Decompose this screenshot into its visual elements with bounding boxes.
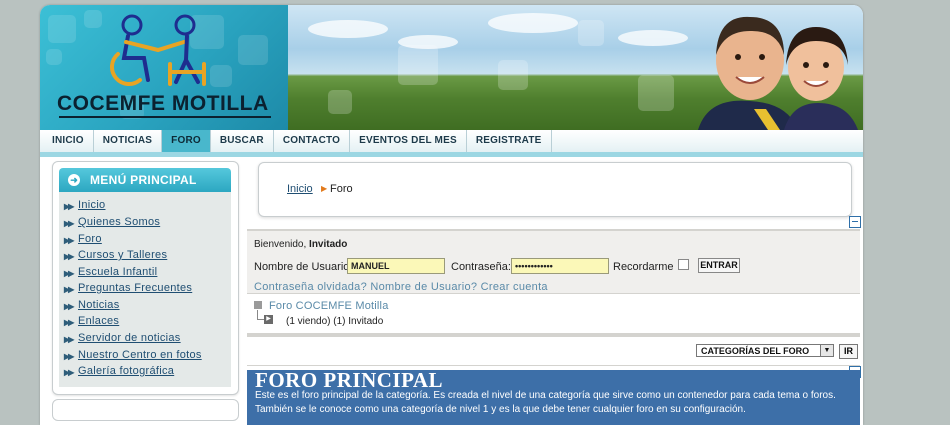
accessibility-logo-icon — [110, 14, 206, 86]
sidebar-item-label: Cursos y Talleres — [78, 249, 168, 261]
sidebar-item-label: Preguntas Frecuentes — [78, 282, 193, 294]
sidebar-item-noticias[interactable]: ▶▶ Noticias — [59, 298, 231, 314]
dropdown-arrow-icon: ▼ — [820, 345, 833, 356]
sidebar-item-label: Nuestro Centro en fotos — [78, 349, 202, 361]
username-field[interactable]: MANUEL — [347, 258, 445, 274]
sidebar-item-enlaces[interactable]: ▶▶ Enlaces — [59, 314, 231, 330]
logo-text: COCEMFE MOTILLA — [57, 92, 269, 115]
double-chevron-icon: ▶▶ — [64, 285, 74, 294]
sidebar-item-cursos[interactable]: ▶▶ Cursos y Talleres — [59, 248, 231, 264]
forum-main-panel: FORO PRINCIPAL Este es el foro principal… — [247, 368, 860, 425]
double-chevron-icon: ▶▶ — [64, 352, 74, 361]
login-panel: Bienvenido, Invitado Nombre de Usuario M… — [247, 229, 860, 294]
sidebar-item-escuela-infantil[interactable]: ▶▶ Escuela Infantil — [59, 265, 231, 281]
nav-item-buscar[interactable]: BUSCAR — [211, 130, 274, 152]
create-account-link[interactable]: Crear cuenta — [481, 281, 548, 293]
header-banner-photo — [288, 5, 863, 130]
double-chevron-icon: ▶▶ — [64, 202, 74, 211]
forgot-username-link[interactable]: Nombre de Usuario? — [370, 281, 477, 293]
nav-item-noticias[interactable]: NOTICIAS — [94, 130, 163, 152]
sidebar-item-label: Foro — [78, 233, 102, 245]
sidebar-title: MENÚ PRINCIPAL — [90, 173, 197, 187]
sidebar-item-servidor-noticias[interactable]: ▶▶ Servidor de noticias — [59, 331, 231, 347]
category-select-value: CATEGORÍAS DEL FORO — [701, 346, 810, 356]
arrow-circle-icon: ➜ — [68, 174, 80, 186]
sidebar-item-label: Galería fotográfica — [78, 365, 175, 377]
double-chevron-icon: ▶▶ — [64, 252, 74, 261]
page-container: COCEMFE MOTILLA INICIO NOTICIAS FORO BUS… — [40, 5, 863, 425]
sidebar-item-galeria[interactable]: ▶▶ Galería fotográfica — [59, 364, 231, 380]
sidebar-item-label: Inicio — [78, 199, 106, 211]
sidebar-item-label: Escuela Infantil — [78, 266, 158, 278]
sidebar-item-foro[interactable]: ▶▶ Foro — [59, 232, 231, 248]
double-chevron-icon: ▶▶ — [64, 368, 74, 377]
enter-button[interactable]: ENTRAR — [698, 258, 740, 273]
breadcrumb-home-link[interactable]: Inicio — [287, 183, 313, 195]
forum-main-description-2: También se le conoce como una categoría … — [255, 404, 746, 415]
sidebar-item-inicio[interactable]: ▶▶ Inicio — [59, 198, 231, 214]
collapse-login-button[interactable] — [849, 216, 861, 228]
password-label: Contraseña: — [451, 261, 511, 273]
logo-underline — [59, 116, 271, 118]
category-select[interactable]: CATEGORÍAS DEL FORO ▼ — [696, 344, 834, 357]
double-chevron-icon: ▶▶ — [64, 318, 74, 327]
sidebar-item-preguntas[interactable]: ▶▶ Preguntas Frecuentes — [59, 281, 231, 297]
sidebar-item-quienes-somos[interactable]: ▶▶ Quienes Somos — [59, 215, 231, 231]
remember-label: Recordarme — [613, 261, 674, 273]
menu-list: ▶▶ Inicio ▶▶ Quienes Somos ▶▶ Foro ▶▶ Cursos… — [59, 192, 231, 387]
welcome-user: Invitado — [309, 239, 348, 250]
login-links: Contraseña olvidada? Nombre de Usuario? … — [254, 281, 548, 293]
sidebar-item-label: Noticias — [78, 299, 120, 311]
nav-item-inicio[interactable]: INICIO — [43, 130, 94, 152]
forum-square-icon — [254, 301, 262, 309]
forum-main-description: Este es el foro principal de la categorí… — [255, 390, 836, 401]
sidebar-menu: ➜ MENÚ PRINCIPAL ▶▶ Inicio ▶▶ Quienes Somo… — [52, 161, 239, 395]
welcome-prefix: Bienvenido, — [254, 239, 307, 250]
username-label: Nombre de Usuario — [254, 261, 350, 273]
go-button[interactable]: IR — [839, 344, 858, 359]
remember-checkbox[interactable] — [678, 259, 689, 270]
children-photo-icon — [698, 16, 858, 130]
breadcrumb-current: Foro — [330, 183, 353, 195]
site-header: COCEMFE MOTILLA — [40, 5, 863, 130]
sidebar-item-label: Enlaces — [78, 315, 120, 327]
forgot-password-link[interactable]: Contraseña olvidada? — [254, 281, 367, 293]
double-chevron-icon: ▶▶ — [64, 269, 74, 278]
forum-jump-bar: CATEGORÍAS DEL FORO ▼ IR — [247, 337, 860, 366]
breadcrumb: Inicio ▶ Foro — [258, 162, 852, 217]
double-chevron-icon: ▶▶ — [64, 302, 74, 311]
nav-item-foro[interactable]: FORO — [162, 130, 211, 152]
nav-item-eventos[interactable]: EVENTOS DEL MES — [350, 130, 467, 152]
welcome-text: Bienvenido, Invitado — [254, 239, 347, 250]
double-chevron-icon: ▶▶ — [64, 219, 74, 228]
logo-area: COCEMFE MOTILLA — [40, 5, 288, 130]
viewers-icon: ▶ — [264, 315, 273, 324]
sidebar-item-centro-fotos[interactable]: ▶▶ Nuestro Centro en fotos — [59, 348, 231, 364]
forum-tree: Foro COCEMFE Motilla ▶ (1 viendo) (1) In… — [247, 295, 860, 333]
password-field[interactable]: •••••••••••• — [511, 258, 609, 274]
sidebar-next-module — [52, 399, 239, 421]
sidebar-item-label: Servidor de noticias — [78, 332, 181, 344]
viewers-text: (1 viendo) (1) Invitado — [286, 316, 384, 327]
nav-item-contacto[interactable]: CONTACTO — [274, 130, 351, 152]
nav-item-registrate[interactable]: REGISTRATE — [467, 130, 552, 152]
double-chevron-icon: ▶▶ — [64, 236, 74, 245]
double-chevron-icon: ▶▶ — [64, 335, 74, 344]
main-nav: INICIO NOTICIAS FORO BUSCAR CONTACTO EVE… — [40, 130, 863, 157]
sidebar-item-label: Quienes Somos — [78, 216, 161, 228]
sidebar-header: ➜ MENÚ PRINCIPAL — [59, 168, 231, 192]
breadcrumb-arrow-icon: ▶ — [321, 184, 328, 193]
forum-link[interactable]: Foro COCEMFE Motilla — [269, 300, 389, 312]
